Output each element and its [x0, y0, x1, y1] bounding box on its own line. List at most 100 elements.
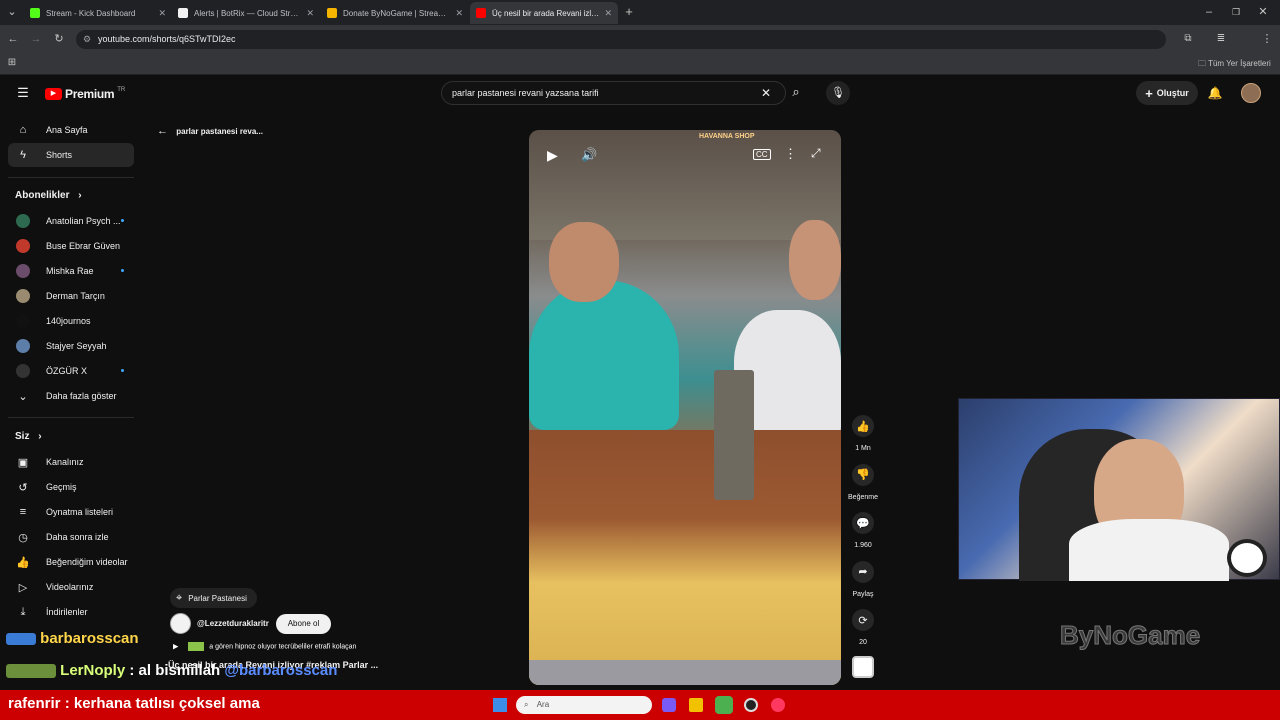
search-icon[interactable]: ⌕	[788, 85, 804, 99]
taskbar-search-input[interactable]: ⌕ Ara	[516, 696, 652, 714]
bynogame-watermark: ByNoGame	[1059, 620, 1201, 651]
dislike-button[interactable]: 👎	[852, 463, 874, 486]
you-section-header[interactable]: Siz ›	[15, 431, 42, 442]
channel-name[interactable]: @Lezzetduraklaritr	[197, 619, 269, 628]
all-bookmarks-folder[interactable]: 🗀 Tüm Yer İşaretleri	[1198, 58, 1271, 72]
play-small-icon: ▶	[173, 643, 179, 651]
show-more-label: Daha fazla göster	[46, 391, 117, 401]
captions-icon[interactable]: CC	[753, 149, 771, 160]
share-button[interactable]: ➦	[852, 560, 874, 583]
forward-icon[interactable]: →	[29, 32, 43, 46]
comment-text: a gören hipnoz oluyor tecrübeliler etraf…	[209, 643, 357, 651]
sidebar-item-you[interactable]: 👍 Beğendiğim videolar	[8, 550, 134, 574]
remix-button[interactable]: ⟳	[852, 609, 874, 631]
tab-youtube-short[interactable]: Üç nesil bir arada Revani izliyor ✕	[470, 2, 618, 24]
more-options-icon[interactable]: ⋮	[784, 146, 797, 162]
new-tab-icon[interactable]: +	[622, 5, 636, 19]
location-chip[interactable]: ⌖ Parlar Pastanesi	[170, 588, 257, 608]
subscription-label: Buse Ebrar Güven	[46, 241, 121, 251]
hamburger-menu-icon[interactable]: ☰	[15, 86, 31, 100]
tab-botrix-alerts[interactable]: Alerts | BotRix — Cloud Stream ✕	[172, 2, 320, 24]
sidebar-item-you[interactable]: ⤓ İndirilenler	[8, 600, 134, 624]
subscription-label: 140journos	[46, 316, 91, 326]
sidebar-item-you[interactable]: ▣ Kanalınız	[8, 450, 134, 474]
sidebar-item-label: Oynatma listeleri	[46, 507, 114, 517]
sidebar-item-shorts[interactable]: ϟ Shorts	[8, 143, 134, 167]
obs-icon[interactable]	[744, 698, 758, 712]
notifications-bell-icon[interactable]: 🔔	[1207, 86, 1223, 100]
chrome-icon[interactable]	[715, 696, 733, 714]
tab-kick-dashboard[interactable]: Stream - Kick Dashboard ✕	[24, 2, 172, 24]
shorts-video-player[interactable]: HAVANNA SHOP ▶ 🔊 CC ⋮ ⤢	[529, 130, 841, 685]
channel-avatar	[16, 264, 30, 278]
clock-icon: ◷	[18, 531, 28, 544]
reload-icon[interactable]: ↻	[52, 32, 66, 46]
sidebar-subscription-item[interactable]: Stajyer Seyyah	[8, 334, 134, 358]
file-explorer-icon[interactable]	[689, 698, 703, 712]
volume-icon[interactable]: 🔊	[581, 147, 597, 163]
windows-start-icon[interactable]	[493, 698, 507, 712]
subscribe-button[interactable]: Abone ol	[276, 614, 331, 634]
youtube-premium-logo[interactable]: ▶ Premium TR	[45, 86, 125, 102]
play-icon[interactable]: ▶	[547, 147, 558, 164]
folder-icon: 🗀	[1198, 59, 1206, 68]
sidebar-item-you[interactable]: ↺ Geçmiş	[8, 475, 134, 499]
sidebar-item-you[interactable]: ▷ Videolarınız	[8, 575, 134, 599]
channel-audio-thumbnail[interactable]	[852, 656, 874, 678]
media-player-icon[interactable]	[771, 698, 785, 712]
subscriptions-title: Abonelikler	[15, 190, 70, 201]
extensions-icon[interactable]: ⧉	[1180, 32, 1196, 46]
window-close-icon[interactable]: ✕	[1256, 5, 1270, 19]
back-to-results-link[interactable]: ← parlar pastanesi reva...	[157, 125, 263, 137]
sidebar-item-label: Daha sonra izle	[46, 532, 109, 542]
tab-label: Alerts | BotRix — Cloud Stream	[194, 8, 303, 18]
sidebar-subscription-item[interactable]: 140journos	[8, 309, 134, 333]
create-button[interactable]: + Oluştur	[1136, 81, 1198, 105]
like-button[interactable]: 👍	[852, 415, 874, 437]
media-controls-icon[interactable]: ≣	[1213, 32, 1229, 46]
comment-button[interactable]: 💬	[852, 512, 874, 534]
create-label: Oluştur	[1156, 88, 1189, 98]
plus-icon: +	[1145, 85, 1153, 101]
sidebar-subscription-item[interactable]: Mishka Rae	[8, 259, 134, 283]
clear-search-icon[interactable]: ✕	[759, 86, 773, 100]
sidebar-item-home[interactable]: ⌂ Ana Sayfa	[8, 118, 134, 142]
show-more-button[interactable]: ⌄ Daha fazla göster	[8, 384, 134, 408]
channel-avatar[interactable]	[170, 613, 191, 634]
close-icon[interactable]: ✕	[158, 8, 166, 19]
channel-avatar	[16, 289, 30, 303]
channel-icon: ▣	[17, 456, 29, 469]
tab-search-icon[interactable]: ⌄	[4, 5, 20, 19]
close-icon[interactable]: ✕	[455, 8, 463, 19]
account-avatar[interactable]	[1241, 83, 1261, 103]
copilot-icon[interactable]	[662, 698, 676, 712]
location-pin-icon: ⌖	[176, 591, 183, 604]
url-field[interactable]: ⚙ youtube.com/shorts/q6STwTDI2ec	[76, 30, 1166, 49]
video-icon: ▷	[18, 581, 28, 594]
close-icon[interactable]: ✕	[306, 8, 314, 19]
sidebar-item-you[interactable]: ◷ Daha sonra izle	[8, 525, 134, 549]
fullscreen-icon[interactable]: ⤢	[811, 146, 821, 161]
channel-avatar	[16, 364, 30, 378]
subscription-label: Derman Tarçın	[46, 291, 105, 301]
sidebar-divider	[8, 177, 134, 178]
tab-bynogame-donate[interactable]: Donate ByNoGame | Streamer ✕	[321, 2, 469, 24]
sidebar-item-you[interactable]: ≡ Oynatma listeleri	[8, 500, 134, 524]
sidebar-subscription-item[interactable]: Buse Ebrar Güven	[8, 234, 134, 258]
subscriptions-header[interactable]: Abonelikler ›	[15, 190, 82, 201]
sidebar-subscription-item[interactable]: Derman Tarçın	[8, 284, 134, 308]
chrome-menu-icon[interactable]: ⋮	[1260, 32, 1274, 46]
back-icon[interactable]: ←	[6, 32, 20, 46]
minimize-icon[interactable]: –	[1202, 5, 1216, 19]
site-info-icon[interactable]: ⚙	[83, 30, 91, 49]
url-text: youtube.com/shorts/q6STwTDI2ec	[98, 34, 236, 44]
sidebar-subscription-item[interactable]: ÖZGÜR X	[8, 359, 134, 383]
pinned-comment[interactable]: ▶ a gören hipnoz oluyor tecrübeliler etr…	[173, 642, 356, 651]
search-input[interactable]: parlar pastanesi revani yazsana tarifi	[441, 81, 786, 105]
voice-search-icon[interactable]: 🎙	[826, 81, 850, 105]
apps-grid-icon[interactable]: ⊞	[5, 56, 19, 70]
close-icon[interactable]: ✕	[604, 8, 612, 19]
maximize-icon[interactable]: ❐	[1229, 5, 1243, 19]
man-in-teal-shirt	[529, 280, 679, 430]
sidebar-subscription-item[interactable]: Anatolian Psych ...	[8, 209, 134, 233]
